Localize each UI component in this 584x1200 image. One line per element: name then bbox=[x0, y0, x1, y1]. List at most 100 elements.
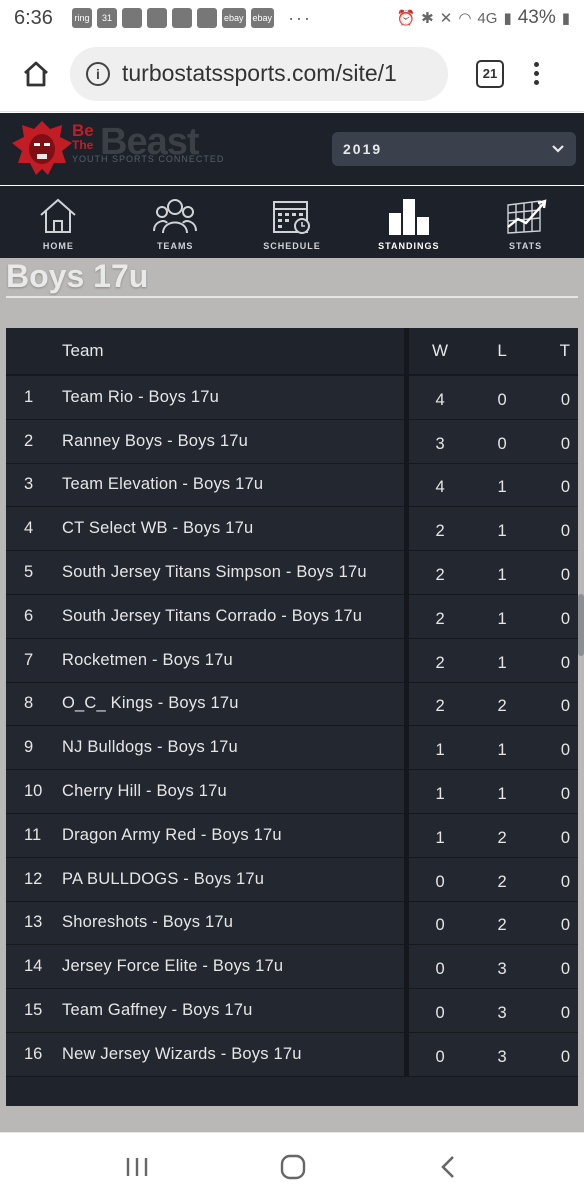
table-row[interactable]: 15 Team Gaffney - Boys 17u bbox=[6, 989, 404, 1033]
team-name-link[interactable]: Rocketmen - Boys 17u bbox=[62, 651, 233, 670]
table-row[interactable]: 1 Team Rio - Boys 17u bbox=[6, 376, 404, 420]
table-row[interactable]: 2 Ranney Boys - Boys 17u bbox=[6, 419, 404, 464]
nav-stats[interactable]: STATS bbox=[467, 186, 584, 258]
back-icon[interactable] bbox=[436, 1154, 460, 1180]
ties-header[interactable]: T bbox=[533, 341, 578, 361]
app-notification-icon bbox=[147, 8, 167, 28]
nav-label: STATS bbox=[509, 241, 543, 251]
ties-cell: 0 bbox=[560, 872, 571, 891]
table-row[interactable]: 8 O_C_ Kings - Boys 17u bbox=[6, 682, 404, 727]
team-name-link[interactable]: Team Rio - Boys 17u bbox=[62, 388, 219, 407]
team-header[interactable]: Team bbox=[62, 341, 104, 361]
calendar-notification-icon: 31 bbox=[97, 8, 117, 28]
team-name-link[interactable]: Team Gaffney - Boys 17u bbox=[62, 1001, 252, 1020]
table-row[interactable]: 13 Shoreshots - Boys 17u bbox=[6, 901, 404, 946]
standings-table: Team 1 Team Rio - Boys 17u 2 Ranney Boys - … bbox=[6, 328, 578, 1106]
ebay-notification-icon: ebay bbox=[250, 8, 275, 28]
battery-percent: 43% bbox=[517, 7, 556, 28]
wins-header[interactable]: W bbox=[409, 341, 471, 361]
brand-beast: Beast bbox=[100, 121, 199, 163]
wins-cell: 2 bbox=[435, 697, 445, 716]
table-row: 2 1 0 bbox=[409, 507, 578, 552]
losses-header[interactable]: L bbox=[471, 341, 533, 361]
table-row[interactable]: 7 Rocketmen - Boys 17u bbox=[6, 638, 404, 683]
rank-cell: 4 bbox=[24, 519, 34, 538]
wins-cell: 1 bbox=[435, 741, 445, 760]
table-row[interactable]: 16 New Jersey Wizards - Boys 17u bbox=[6, 1032, 404, 1077]
table-row[interactable]: 14 Jersey Force Elite - Boys 17u bbox=[6, 945, 404, 990]
url-text[interactable]: turbostatssports.com/site/1 bbox=[122, 60, 397, 87]
home-icon bbox=[24, 61, 48, 86]
table-row[interactable]: 4 CT Select WB - Boys 17u bbox=[6, 507, 404, 552]
rank-cell: 16 bbox=[24, 1044, 43, 1063]
rank-cell: 3 bbox=[24, 475, 34, 494]
table-row[interactable]: 3 Team Elevation - Boys 17u bbox=[6, 463, 404, 508]
team-name-link[interactable]: Jersey Force Elite - Boys 17u bbox=[62, 957, 283, 976]
ties-cell: 0 bbox=[560, 609, 571, 628]
team-name-link[interactable]: New Jersey Wizards - Boys 17u bbox=[62, 1045, 302, 1064]
rank-cell: 9 bbox=[24, 738, 34, 757]
team-name-link[interactable]: Team Elevation - Boys 17u bbox=[62, 475, 263, 494]
team-name-link[interactable]: CT Select WB - Boys 17u bbox=[62, 519, 253, 538]
rank-cell: 13 bbox=[24, 913, 43, 932]
table-row: 0 2 0 bbox=[409, 857, 578, 902]
table-row[interactable]: 11 Dragon Army Red - Boys 17u bbox=[6, 813, 404, 858]
team-name-link[interactable]: Shoreshots - Boys 17u bbox=[62, 913, 233, 932]
team-name-link[interactable]: Dragon Army Red - Boys 17u bbox=[62, 826, 282, 845]
losses-cell: 2 bbox=[497, 872, 507, 891]
home-button-icon[interactable] bbox=[279, 1153, 307, 1181]
losses-cell: 3 bbox=[497, 1047, 507, 1066]
team-name-link[interactable]: Cherry Hill - Boys 17u bbox=[62, 782, 227, 801]
rank-cell: 8 bbox=[24, 694, 34, 713]
ties-cell: 0 bbox=[560, 434, 571, 453]
season-year-select[interactable]: 2019 bbox=[332, 132, 576, 166]
url-bar[interactable]: i turbostatssports.com/site/1 bbox=[70, 46, 448, 101]
nav-home[interactable]: HOME bbox=[0, 186, 117, 258]
table-row[interactable]: 12 PA BULLDOGS - Boys 17u bbox=[6, 857, 404, 902]
losses-cell: 1 bbox=[497, 478, 507, 497]
ties-cell: 0 bbox=[560, 566, 571, 585]
nav-label: TEAMS bbox=[156, 241, 194, 251]
battery-icon: ▮ bbox=[561, 10, 570, 27]
wins-cell: 0 bbox=[435, 916, 445, 935]
site-info-icon[interactable]: i bbox=[86, 61, 110, 86]
team-name-link[interactable]: PA BULLDOGS - Boys 17u bbox=[62, 870, 264, 889]
team-name-link[interactable]: South Jersey Titans Simpson - Boys 17u bbox=[62, 563, 367, 582]
nav-standings[interactable]: STANDINGS bbox=[350, 186, 467, 258]
losses-cell: 1 bbox=[497, 653, 507, 672]
ties-cell: 0 bbox=[560, 1047, 571, 1066]
ebay-notification-icon: ebay bbox=[222, 8, 246, 28]
teams-icon bbox=[153, 199, 198, 234]
wins-cell: 2 bbox=[435, 653, 445, 672]
table-header: Team bbox=[6, 328, 404, 376]
nav-schedule[interactable]: SCHEDULE bbox=[234, 186, 351, 258]
table-row[interactable]: 6 South Jersey Titans Corrado - Boys 17u bbox=[6, 594, 404, 639]
browser-menu-button[interactable] bbox=[534, 62, 539, 85]
record-columns: W L T 4003004102102102102102201101101200… bbox=[404, 328, 578, 1077]
team-name-link[interactable]: Ranney Boys - Boys 17u bbox=[62, 432, 248, 451]
nav-teams[interactable]: TEAMS bbox=[117, 186, 234, 258]
rank-cell: 15 bbox=[24, 1001, 43, 1020]
alarm-icon: ⏰ bbox=[396, 10, 416, 27]
ties-cell: 0 bbox=[560, 741, 571, 760]
beast-logo-icon[interactable] bbox=[10, 119, 74, 179]
tab-switcher-button[interactable]: 21 bbox=[476, 59, 504, 88]
recent-apps-icon[interactable] bbox=[124, 1155, 150, 1179]
wins-cell: 0 bbox=[435, 960, 445, 979]
network-type: 4G bbox=[477, 9, 498, 27]
table-row: 2 1 0 bbox=[409, 551, 578, 595]
team-column: Team 1 Team Rio - Boys 17u 2 Ranney Boys - … bbox=[6, 328, 404, 1077]
team-name-link[interactable]: O_C_ Kings - Boys 17u bbox=[62, 694, 239, 713]
team-name-link[interactable]: South Jersey Titans Corrado - Boys 17u bbox=[62, 607, 362, 626]
team-name-link[interactable]: NJ Bulldogs - Boys 17u bbox=[62, 738, 238, 757]
nav-label: HOME bbox=[42, 241, 74, 251]
browser-home-button[interactable] bbox=[18, 56, 54, 92]
table-row[interactable]: 5 South Jersey Titans Simpson - Boys 17u bbox=[6, 551, 404, 595]
rank-cell: 2 bbox=[24, 431, 34, 450]
android-nav-bar bbox=[0, 1132, 584, 1200]
table-row: 2 2 0 bbox=[409, 682, 578, 727]
table-row[interactable]: 10 Cherry Hill - Boys 17u bbox=[6, 770, 404, 814]
page-scroll-handle[interactable] bbox=[578, 594, 584, 656]
home-icon bbox=[40, 198, 77, 233]
table-row[interactable]: 9 NJ Bulldogs - Boys 17u bbox=[6, 726, 404, 771]
